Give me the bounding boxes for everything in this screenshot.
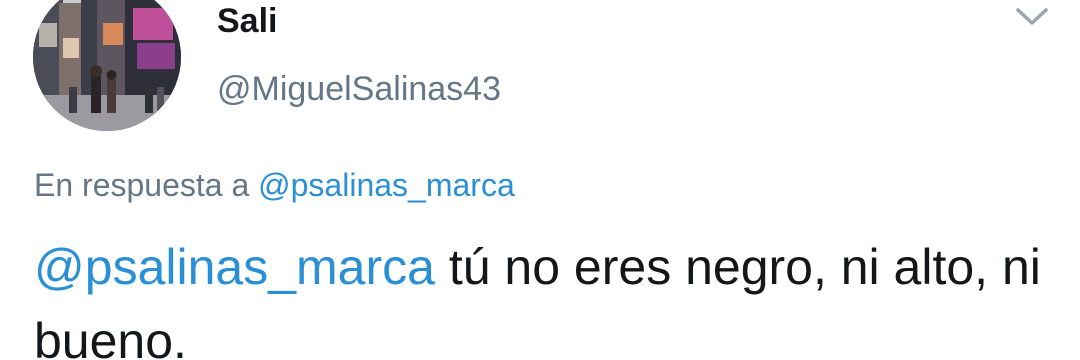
reply-context: En respuesta a @psalinas_marca [34, 165, 515, 205]
avatar-photo [33, 0, 181, 131]
tweet: Sali @MiguelSalinas43 En respuesta a @ps… [0, 0, 1080, 360]
chevron-down-icon[interactable] [1012, 4, 1052, 30]
user-handle[interactable]: @MiguelSalinas43 [217, 69, 501, 109]
display-name[interactable]: Sali [217, 1, 277, 41]
tweet-text: @psalinas_marca tú no eres negro, ni alt… [34, 230, 1064, 360]
mention-link[interactable]: @psalinas_marca [34, 239, 435, 295]
avatar[interactable] [33, 0, 181, 131]
reply-to-mention-link[interactable]: @psalinas_marca [258, 167, 515, 203]
reply-prefix: En respuesta a [34, 167, 250, 203]
